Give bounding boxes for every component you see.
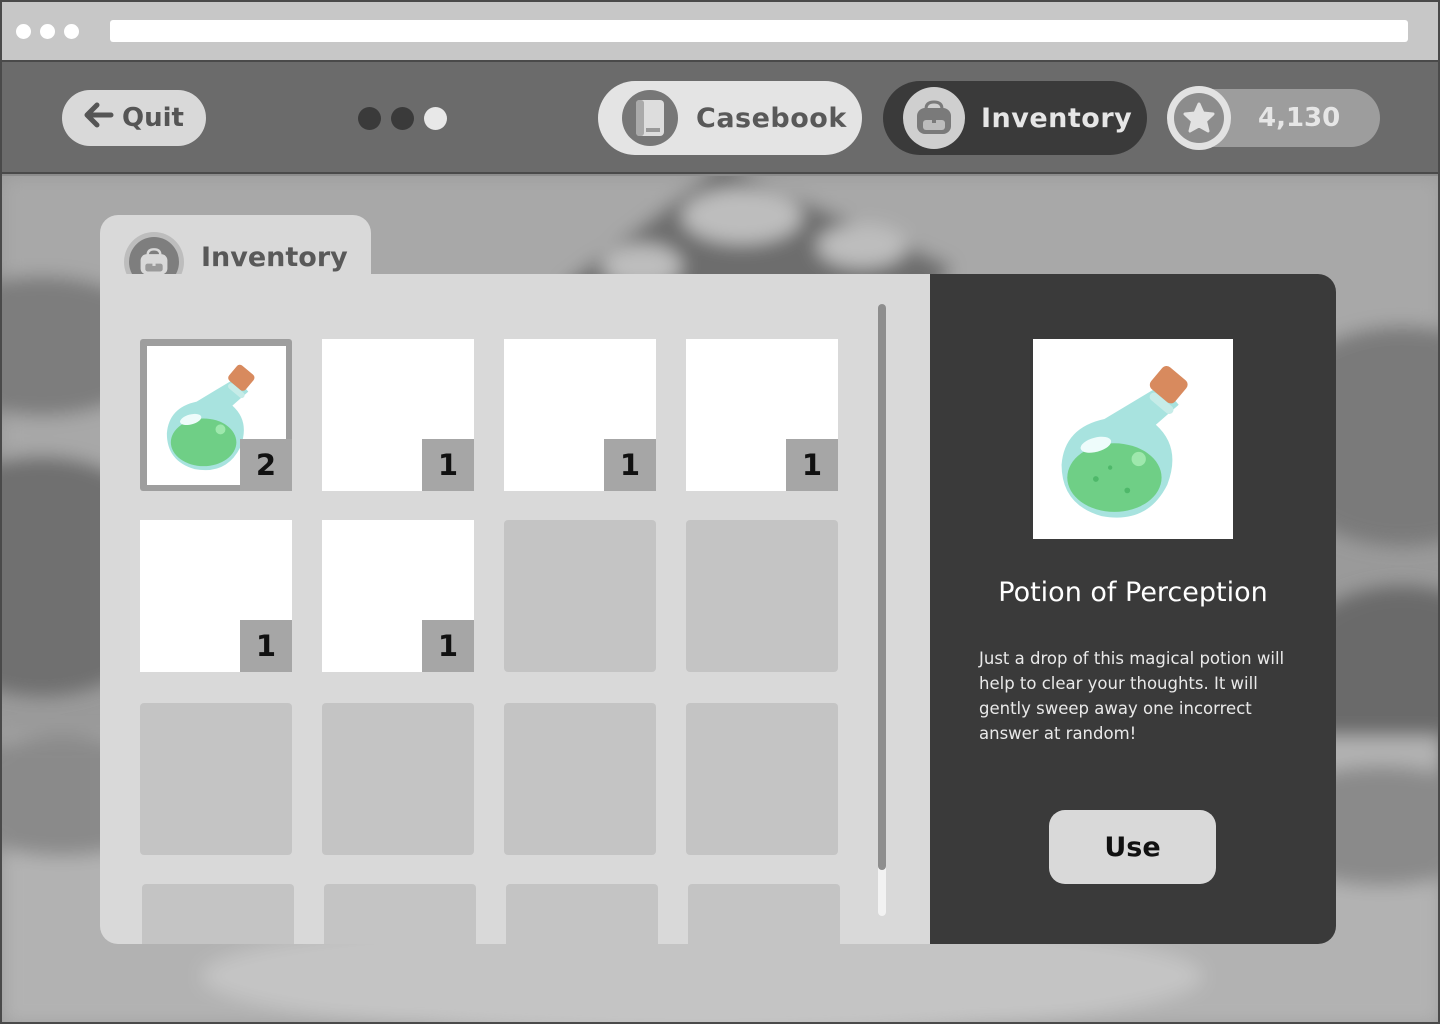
page-dot[interactable]	[358, 107, 381, 130]
inventory-slot[interactable]: 2	[140, 339, 292, 491]
item-count-badge: 1	[240, 620, 292, 672]
inventory-slot[interactable]	[688, 884, 840, 944]
address-bar[interactable]	[110, 20, 1408, 42]
coin-value: 4,130	[1258, 103, 1341, 133]
inventory-slot[interactable]	[506, 884, 658, 944]
inventory-slot[interactable]: 1	[322, 339, 474, 491]
inventory-slot[interactable]: 1	[504, 339, 656, 491]
item-count-badge: 1	[422, 620, 474, 672]
quit-label: Quit	[122, 103, 184, 133]
scrollbar[interactable]	[878, 304, 886, 916]
item-count-badge: 1	[422, 439, 474, 491]
item-count-badge: 1	[786, 439, 838, 491]
inventory-slot[interactable]	[324, 884, 476, 944]
inventory-slot[interactable]	[504, 703, 656, 855]
page-indicator	[358, 107, 447, 130]
inventory-slot[interactable]: 1	[140, 520, 292, 672]
app-window: Quit Casebook Inventory 4,130 Inventory …	[0, 0, 1440, 1024]
quit-button[interactable]: Quit	[62, 90, 206, 146]
tab-title: Inventory	[201, 242, 348, 273]
inventory-button[interactable]: Inventory	[883, 81, 1147, 155]
casebook-button[interactable]: Casebook	[598, 81, 862, 155]
backpack-icon	[903, 87, 965, 149]
item-title: Potion of Perception	[998, 577, 1268, 608]
star-coin-icon	[1167, 86, 1231, 150]
item-count-badge: 2	[240, 439, 292, 491]
inventory-slot[interactable]	[322, 703, 474, 855]
use-button[interactable]: Use	[1049, 810, 1216, 884]
window-dot	[40, 24, 55, 39]
inventory-slot[interactable]: 1	[686, 339, 838, 491]
inventory-slot[interactable]: 1	[322, 520, 474, 672]
inventory-slot[interactable]	[686, 520, 838, 672]
browser-chrome	[2, 2, 1438, 62]
coin-counter: 4,130	[1167, 86, 1380, 150]
page-dot-active[interactable]	[424, 107, 447, 130]
inventory-grid: 2 1 1 1 1 1	[100, 274, 932, 944]
window-dot	[16, 24, 31, 39]
window-dot	[64, 24, 79, 39]
casebook-label: Casebook	[696, 102, 847, 134]
inventory-slot[interactable]	[142, 884, 294, 944]
inventory-label: Inventory	[981, 102, 1133, 134]
inventory-slot[interactable]	[140, 703, 292, 855]
item-detail-panel: Potion of Perception Just a drop of this…	[930, 274, 1336, 944]
item-count-badge: 1	[604, 439, 656, 491]
potion-icon	[1033, 339, 1233, 539]
item-description: Just a drop of this magical potion will …	[979, 649, 1285, 743]
inventory-slot[interactable]	[504, 520, 656, 672]
book-icon	[622, 90, 678, 146]
page-dot[interactable]	[391, 107, 414, 130]
inventory-slot[interactable]	[686, 703, 838, 855]
scrollbar-thumb[interactable]	[878, 304, 886, 870]
arrow-left-icon	[84, 102, 114, 135]
game-topbar: Quit Casebook Inventory 4,130	[2, 62, 1438, 174]
